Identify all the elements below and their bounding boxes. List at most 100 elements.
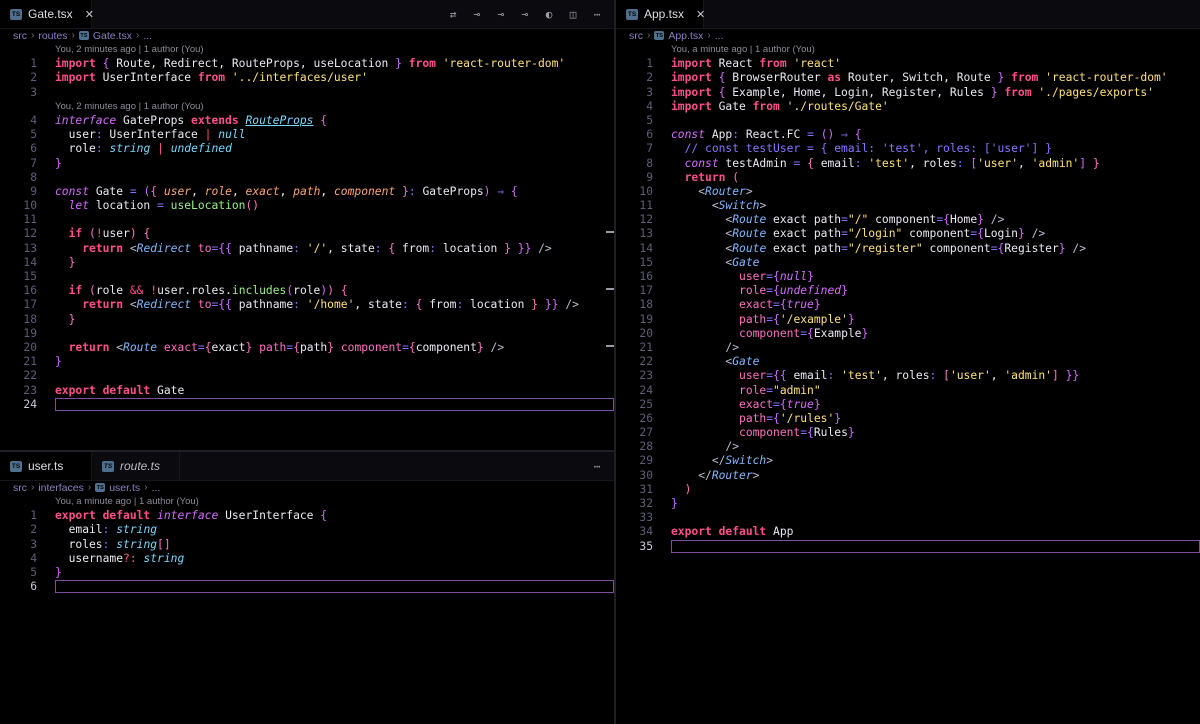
code-line[interactable]: 5	[616, 114, 1200, 128]
breadcrumb-symbol[interactable]: ...	[143, 30, 152, 42]
code-text[interactable]: exact={true}	[671, 298, 821, 312]
code-text[interactable]: username?: string	[55, 552, 185, 566]
breadcrumb-file[interactable]: user.ts	[109, 482, 140, 494]
code-text[interactable]: export default App	[671, 525, 793, 539]
code-line[interactable]: 35	[616, 539, 1200, 554]
code-line[interactable]: 20 component={Example}	[616, 327, 1200, 341]
code-line[interactable]: 30 </Router>	[616, 469, 1200, 483]
code-line[interactable]: 11 <Switch>	[616, 199, 1200, 213]
code-line[interactable]: 2 import UserInterface from '../interface…	[0, 71, 614, 85]
code-line[interactable]: 32}	[616, 497, 1200, 511]
code-line[interactable]: 8	[0, 171, 614, 185]
code-text[interactable]: email: string	[55, 523, 157, 537]
code-text[interactable]: </Switch>	[671, 454, 773, 468]
code-line[interactable]: 13 <Route exact path="/login" component=…	[616, 227, 1200, 241]
code-text[interactable]: role={undefined}	[671, 284, 848, 298]
code-text[interactable]: path={'/example'}	[671, 313, 855, 327]
code-text[interactable]: <Gate	[671, 256, 759, 270]
code-line[interactable]: 12 <Route exact path="/" component={Home…	[616, 213, 1200, 227]
code-text[interactable]: user={null}	[671, 270, 814, 284]
close-icon[interactable]: ✕	[696, 8, 705, 21]
code-line[interactable]: 28 />	[616, 440, 1200, 454]
code-line[interactable]: 15 <Gate	[616, 256, 1200, 270]
code-line[interactable]: 21}	[0, 355, 614, 369]
code-line[interactable]: 3 roles: string[]	[0, 538, 614, 552]
code-text[interactable]: let location = useLocation()	[55, 199, 259, 213]
code-line[interactable]: 14 <Route exact path="/register" compone…	[616, 242, 1200, 256]
breadcrumb-file[interactable]: App.tsx	[668, 30, 703, 42]
code-text[interactable]: return <Redirect to={{ pathname: '/', st…	[55, 242, 552, 256]
code-line[interactable]: 4 import Gate from './routes/Gate'	[616, 100, 1200, 114]
tab-route-ts[interactable]: TS route.ts	[92, 452, 180, 480]
breadcrumb-interfaces[interactable]: interfaces	[38, 482, 84, 494]
code-text[interactable]: import { Route, Redirect, RouteProps, us…	[55, 57, 565, 71]
code-text[interactable]: }	[55, 157, 62, 171]
code-line[interactable]: 29 </Switch>	[616, 454, 1200, 468]
code-text[interactable]: }	[55, 313, 76, 327]
code-text[interactable]: import { Example, Home, Login, Register,…	[671, 86, 1154, 100]
tab-gate-tsx[interactable]: TS Gate.tsx ✕	[0, 0, 94, 28]
code-line[interactable]: 17 role={undefined}	[616, 284, 1200, 298]
code-text[interactable]: </Router>	[671, 469, 759, 483]
code-text[interactable]: user={{ email: 'test', roles: ['user', '…	[671, 369, 1079, 383]
code-text[interactable]: const Gate = ({ user, role, exact, path,…	[55, 185, 518, 199]
code-line[interactable]: 1 import { Route, Redirect, RouteProps, u…	[0, 57, 614, 71]
code-line[interactable]: 5}	[0, 566, 614, 580]
code-line[interactable]: 7 // const testUser = { email: 'test', r…	[616, 142, 1200, 156]
breadcrumb-src[interactable]: src	[13, 30, 27, 42]
code-line[interactable]: 19	[0, 327, 614, 341]
next-change-icon[interactable]: ⊸	[518, 8, 532, 22]
code-line[interactable]: 4 username?: string	[0, 552, 614, 566]
code-text[interactable]: exact={true}	[671, 398, 821, 412]
code-editor[interactable]: You, 2 minutes ago | 1 author (You) 1 impo…	[0, 43, 614, 412]
code-line[interactable]: 2 import { BrowserRouter as Router, Switc…	[616, 71, 1200, 85]
breadcrumb-src[interactable]: src	[629, 30, 643, 42]
code-text[interactable]: <Gate	[671, 355, 759, 369]
code-line[interactable]: 26 path={'/rules'}	[616, 412, 1200, 426]
code-text[interactable]: role: string | undefined	[55, 142, 232, 156]
code-text[interactable]: export default Gate	[55, 384, 184, 398]
git-blame-lens[interactable]: You, a minute ago | 1 author (You)	[55, 495, 199, 509]
code-line[interactable]: 1 export default interface UserInterface …	[0, 509, 614, 523]
code-text[interactable]: <Router>	[671, 185, 752, 199]
code-line[interactable]: 6 const App: React.FC = () ⇒ {	[616, 128, 1200, 142]
editor-pane-user[interactable]: TS user.ts TS route.ts ⋯ src › interface…	[0, 452, 614, 724]
code-line[interactable]: 18 }	[0, 313, 614, 327]
code-line[interactable]: 3 import { Example, Home, Login, Register…	[616, 86, 1200, 100]
code-line[interactable]: 5 user: UserInterface | null	[0, 128, 614, 142]
code-text[interactable]: // const testUser = { email: 'test', rol…	[671, 142, 1052, 156]
code-line[interactable]: 21 />	[616, 341, 1200, 355]
editor-pane-app[interactable]: TS App.tsx ✕ src › TS App.tsx › ... You,…	[616, 0, 1200, 724]
code-line[interactable]: 14 }	[0, 256, 614, 270]
code-line[interactable]: 9 return (	[616, 171, 1200, 185]
code-line[interactable]: 3	[0, 86, 614, 100]
breadcrumb-symbol[interactable]: ...	[715, 30, 724, 42]
code-line[interactable]: 19 path={'/example'}	[616, 313, 1200, 327]
code-line[interactable]: 13 return <Redirect to={{ pathname: '/',…	[0, 242, 614, 256]
code-line[interactable]: 22 <Gate	[616, 355, 1200, 369]
breadcrumb-file[interactable]: Gate.tsx	[93, 30, 132, 42]
code-text[interactable]: return (	[671, 171, 739, 185]
code-text[interactable]: }	[55, 355, 62, 369]
code-text[interactable]: <Switch>	[671, 199, 766, 213]
code-line[interactable]: 27 component={Rules}	[616, 426, 1200, 440]
code-line[interactable]: 16 user={null}	[616, 270, 1200, 284]
code-text[interactable]: <Route exact path="/login" component={Lo…	[671, 227, 1045, 241]
code-text[interactable]: import { BrowserRouter as Router, Switch…	[671, 71, 1168, 85]
code-line[interactable]: 2 email: string	[0, 523, 614, 537]
code-line[interactable]: 16 if (role && !user.roles.includes(role…	[0, 284, 614, 298]
code-text[interactable]: roles: string[]	[55, 538, 171, 552]
code-line[interactable]: 8 const testAdmin = { email: 'test', rol…	[616, 157, 1200, 171]
code-line[interactable]: 7}	[0, 157, 614, 171]
code-text[interactable]: return <Route exact={exact} path={path} …	[55, 341, 505, 355]
breadcrumb[interactable]: src › interfaces › TS user.ts › ...	[0, 480, 614, 495]
code-line[interactable]: 10 let location = useLocation()	[0, 199, 614, 213]
code-line[interactable]: 12 if (!user) {	[0, 227, 614, 241]
code-line[interactable]: 15	[0, 270, 614, 284]
more-actions-icon[interactable]: ⋯	[590, 8, 604, 22]
code-line[interactable]: 31 )	[616, 483, 1200, 497]
code-line[interactable]: 4 interface GateProps extends RouteProps …	[0, 114, 614, 128]
git-blame-lens[interactable]: You, 2 minutes ago | 1 author (You)	[55, 100, 204, 114]
code-text[interactable]: }	[671, 497, 678, 511]
git-blame-lens[interactable]: You, a minute ago | 1 author (You)	[671, 43, 815, 57]
